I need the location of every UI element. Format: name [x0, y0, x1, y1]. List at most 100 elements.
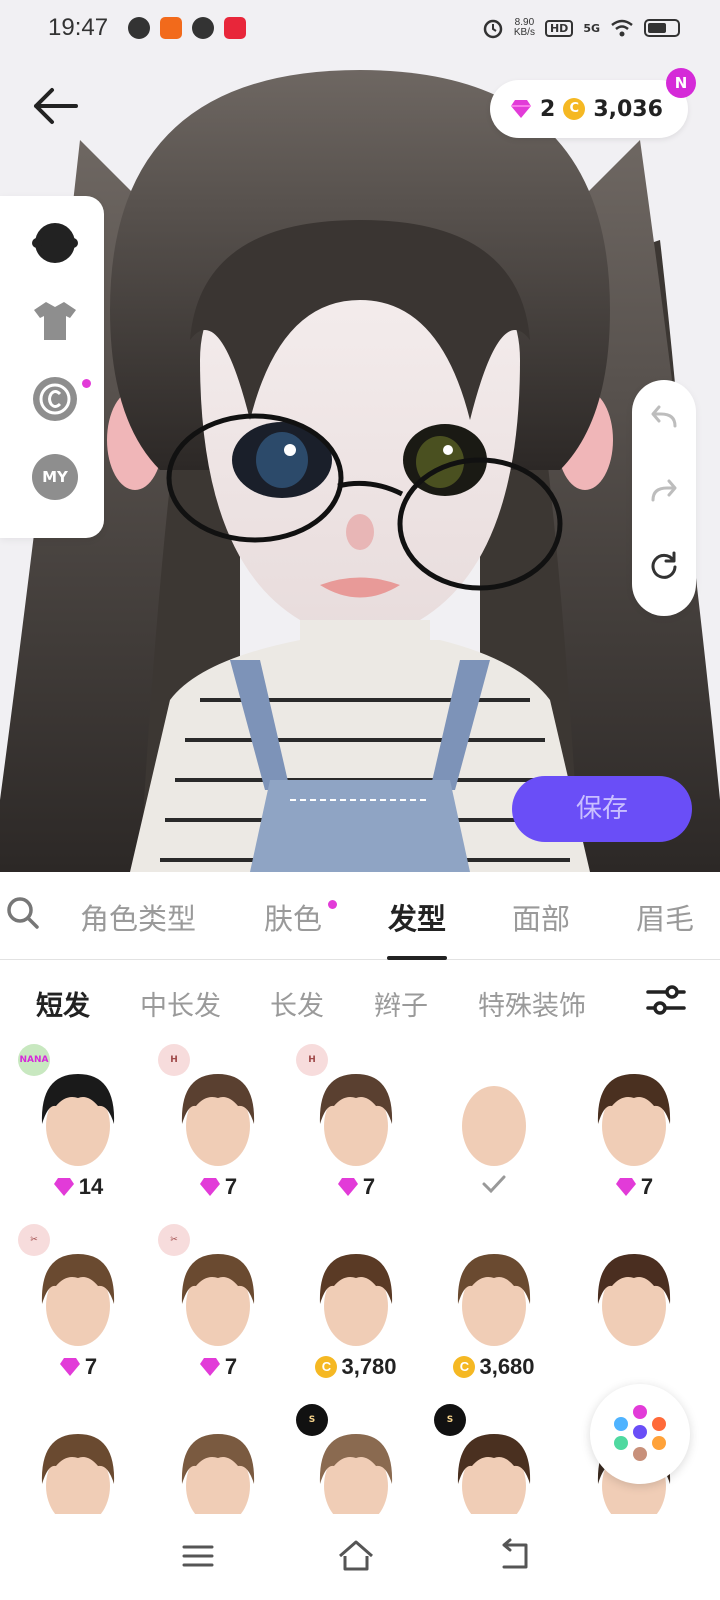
hairstyle-item[interactable]: S [296, 1404, 416, 1514]
brand-badge: NANA [18, 1044, 50, 1076]
avatar-preview[interactable]: 2 C 3,036 N MY 保存 [0, 0, 720, 872]
price-value: 7 [362, 1174, 376, 1199]
hairstyle-item[interactable] [18, 1404, 138, 1514]
subtab-short-hair[interactable]: 短发 [36, 984, 90, 1023]
hairstyle-thumbnail [597, 1074, 671, 1166]
app-notification-icon [160, 17, 183, 39]
hairstyle-item[interactable]: H7 [158, 1044, 278, 1214]
hairstyle-item[interactable]: 7 [574, 1044, 694, 1214]
hairstyle-thumbnail [319, 1434, 393, 1514]
brand-badge: ✂ [18, 1224, 50, 1256]
menu-icon[interactable] [178, 1536, 218, 1576]
coin-count: 3,036 [593, 96, 663, 122]
brand-badge: S [434, 1404, 466, 1436]
tab-hairstyle[interactable]: 发型 [388, 896, 446, 938]
status-bar: 19:47 8.90 KB/s HD 5G [0, 0, 720, 56]
hairstyle-subtabs: 短发 中长发 长发 辫子 特殊装饰 [0, 960, 720, 1044]
gem-icon [511, 100, 531, 118]
notification-dot [82, 379, 91, 388]
wechat-icon [192, 17, 215, 39]
hairstyle-item[interactable]: C 3,780 [296, 1224, 416, 1394]
hairstyle-thumbnail [457, 1254, 531, 1346]
shirt-icon[interactable] [32, 298, 78, 344]
hairstyle-thumbnail [41, 1254, 115, 1346]
editor-mode-panel: MY [0, 196, 104, 538]
filter-icon[interactable] [646, 982, 686, 1018]
hairstyle-thumbnail [319, 1074, 393, 1166]
system-nav-bar [0, 1514, 720, 1600]
alarm-icon [483, 19, 503, 39]
hairstyle-item[interactable]: H7 [296, 1044, 416, 1214]
subtab-braids[interactable]: 辫子 [374, 984, 428, 1023]
hairstyle-thumbnail [41, 1074, 115, 1166]
item-price: 7 [574, 1174, 694, 1200]
app-notification-icon [224, 17, 247, 39]
media-icon [128, 17, 151, 39]
subtab-special-decorations[interactable]: 特殊装饰 [478, 984, 586, 1023]
tab-face[interactable]: 面部 [512, 896, 570, 938]
hairstyle-thumbnail [181, 1434, 255, 1514]
active-tab-indicator [387, 956, 447, 960]
hd-icon: HD [544, 19, 574, 37]
hairstyle-thumbnail [41, 1434, 115, 1514]
currency-balance[interactable]: 2 C 3,036 [490, 80, 688, 138]
item-price: 7 [296, 1174, 416, 1200]
hairstyle-thumbnail [457, 1434, 531, 1514]
reset-icon[interactable] [649, 550, 679, 580]
gem-icon [59, 1358, 80, 1376]
hairstyle-item[interactable]: ✂ 7 [158, 1224, 278, 1394]
price-value: 7 [84, 1354, 98, 1379]
gem-icon [199, 1178, 220, 1196]
hairstyle-item[interactable] [158, 1404, 278, 1514]
gem-icon [337, 1178, 358, 1196]
notification-dot [328, 900, 337, 909]
palette-icon [614, 1405, 666, 1461]
price-value: 7 [640, 1174, 654, 1199]
price-value: 14 [78, 1174, 104, 1199]
status-time: 19:47 [48, 14, 109, 41]
undo-icon[interactable] [649, 402, 679, 432]
save-button[interactable]: 保存 [512, 776, 692, 842]
hairstyle-item[interactable]: ✂ 7 [18, 1224, 138, 1394]
hairstyle-item[interactable]: C 3,680 [434, 1224, 554, 1394]
brand-badge: H [296, 1044, 328, 1076]
search-icon[interactable] [6, 896, 40, 930]
brand-badge: H [158, 1044, 190, 1076]
hairstyle-item[interactable] [434, 1044, 554, 1214]
coin-icon: C [315, 1356, 338, 1378]
new-badge: N [666, 68, 696, 98]
redo-icon[interactable] [649, 476, 679, 506]
item-price: C 3,780 [296, 1354, 416, 1380]
gem-icon [199, 1358, 220, 1376]
back-button[interactable] [28, 82, 84, 130]
hairstyle-thumbnail [181, 1254, 255, 1346]
hairstyle-thumbnail [319, 1254, 393, 1346]
my-icon[interactable]: MY [32, 454, 78, 500]
tab-eyebrows[interactable]: 眉毛 [636, 896, 694, 938]
checkmark-icon [482, 1175, 506, 1194]
hairstyle-thumbnail [181, 1074, 255, 1166]
subtab-medium-hair[interactable]: 中长发 [140, 984, 221, 1023]
hair-color-palette-button[interactable] [590, 1384, 690, 1484]
item-price: 7 [158, 1354, 278, 1380]
gem-count: 2 [540, 96, 556, 122]
hairstyle-item[interactable]: NANA 14 [18, 1044, 138, 1214]
category-tabs: 角色类型 肤色 发型 面部 眉毛 [0, 872, 720, 960]
back-nav-icon[interactable] [496, 1536, 536, 1576]
subtab-long-hair[interactable]: 长发 [270, 984, 324, 1023]
hairstyle-item[interactable] [574, 1224, 694, 1394]
hairstyle-item[interactable]: S [434, 1404, 554, 1514]
copyright-icon[interactable] [32, 376, 78, 422]
hairstyle-thumbnail [597, 1254, 671, 1346]
item-price: 7 [158, 1174, 278, 1200]
price-value: 3,680 [479, 1354, 535, 1379]
avatar-editor-screen: 2 C 3,036 N MY 保存 19:47 8.90 KB/s HD 5G … [0, 0, 720, 1600]
tab-role-type[interactable]: 角色类型 [80, 896, 196, 938]
head-icon[interactable] [32, 220, 78, 266]
home-icon[interactable] [336, 1536, 376, 1576]
tab-skin-color[interactable]: 肤色 [264, 896, 322, 938]
coin-icon: C [453, 1356, 476, 1378]
battery-icon [644, 19, 680, 37]
coin-icon: C [563, 98, 586, 120]
hairstyle-thumbnail [462, 1086, 526, 1166]
